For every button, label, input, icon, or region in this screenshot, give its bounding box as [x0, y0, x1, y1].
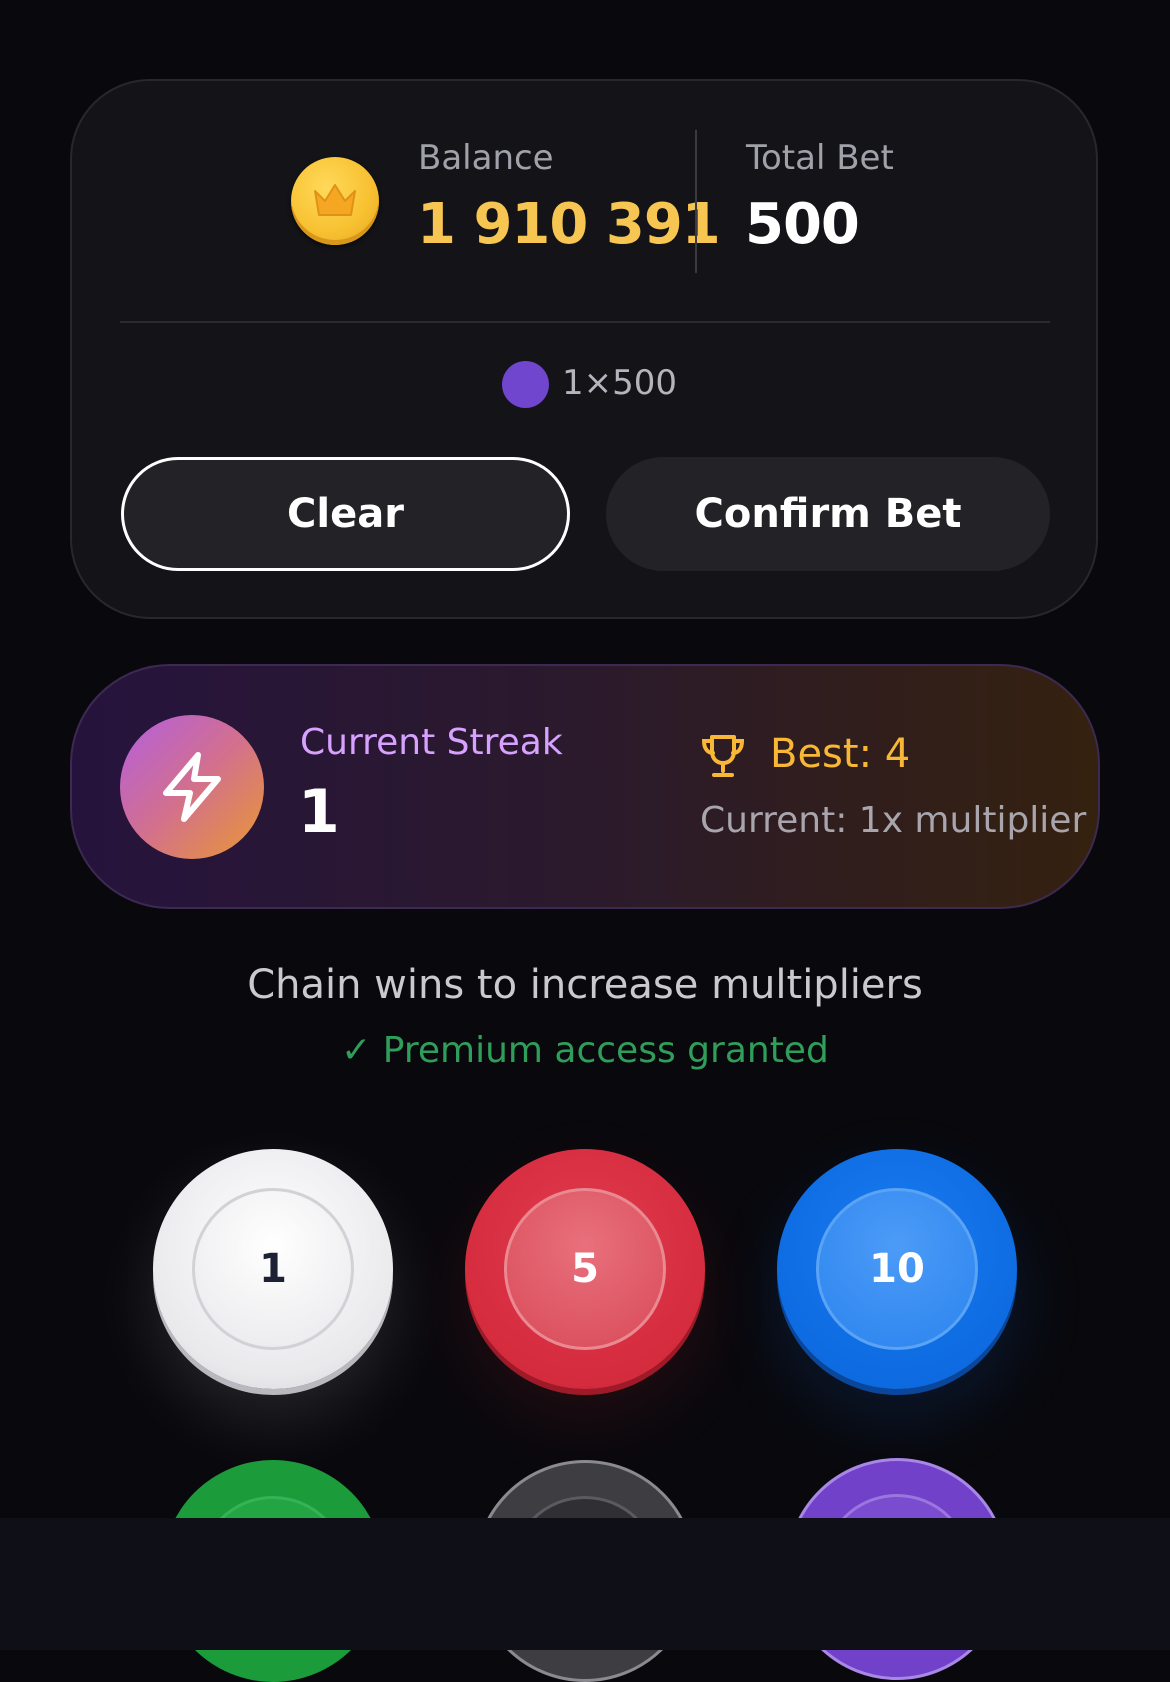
chip-10[interactable]: 10 [777, 1149, 1017, 1389]
best-streak: Best: 4 [770, 731, 911, 777]
divider-horizontal [120, 321, 1050, 323]
chip-summary-text: 1×500 [562, 363, 678, 403]
balance-label: Balance [418, 138, 554, 178]
current-multiplier: Current: 1x multiplier [700, 800, 1087, 841]
premium-status: ✓ Premium access granted [341, 1030, 829, 1071]
lightning-icon [120, 715, 264, 859]
chip-summary-icon [502, 361, 549, 408]
current-streak-value: 1 [298, 777, 340, 847]
balance-value: 1 910 391 [417, 192, 721, 257]
current-streak-label: Current Streak [300, 722, 563, 763]
chip-5[interactable]: 5 [465, 1149, 705, 1389]
bottom-bar [0, 1518, 1170, 1650]
clear-button[interactable]: Clear [121, 457, 570, 571]
chip-1-label: 1 [192, 1188, 354, 1350]
chip-5-label: 5 [504, 1188, 666, 1350]
total-bet-value: 500 [745, 192, 860, 257]
divider-vertical [695, 130, 697, 273]
crown-coin-icon [291, 157, 379, 245]
multiplier-hint: Chain wins to increase multipliers [247, 962, 923, 1008]
trophy-icon [701, 735, 745, 777]
confirm-bet-button[interactable]: Confirm Bet [606, 457, 1050, 571]
chip-1[interactable]: 1 [153, 1149, 393, 1389]
total-bet-label: Total Bet [746, 138, 894, 178]
chip-10-label: 10 [816, 1188, 978, 1350]
